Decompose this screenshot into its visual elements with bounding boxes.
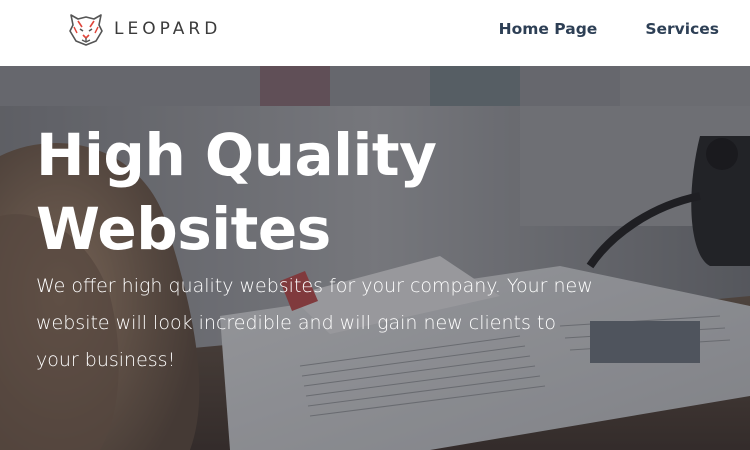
hero-section: High Quality Websites We offer high qual… xyxy=(0,66,750,450)
nav-services[interactable]: Services xyxy=(645,19,719,39)
site-header: LEOPARD Home Page Services xyxy=(0,0,750,66)
main-nav: Home Page Services xyxy=(499,19,719,39)
logo-text: LEOPARD xyxy=(114,19,222,39)
hero-description: We offer high quality websites for your … xyxy=(36,275,593,371)
leopard-head-icon xyxy=(69,14,103,46)
nav-home-page[interactable]: Home Page xyxy=(499,19,598,39)
logo-link[interactable]: LEOPARD xyxy=(66,11,221,47)
hero-title: High Quality Websites xyxy=(36,121,437,263)
